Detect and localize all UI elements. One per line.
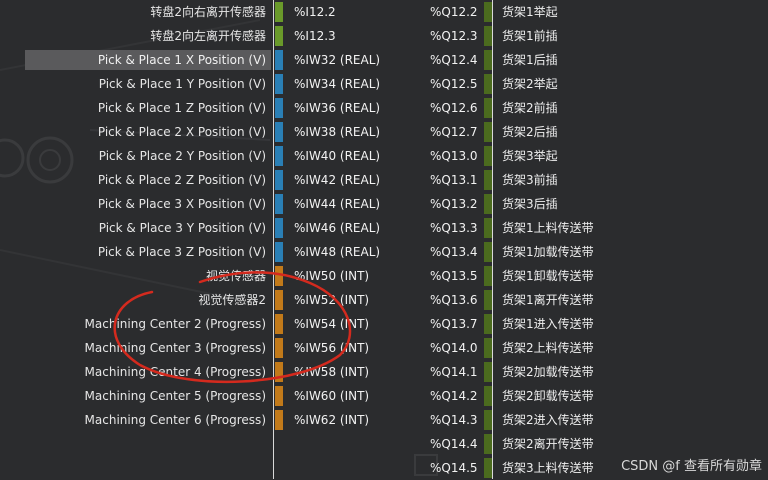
output-label[interactable]: 货架1离开传送带 [502, 290, 594, 310]
output-address[interactable]: %Q13.1 [430, 170, 478, 190]
output-address[interactable]: %Q14.1 [430, 362, 478, 382]
watermark: CSDN @f 查看所有勋章 [621, 459, 762, 474]
output-address[interactable]: %Q13.3 [430, 218, 478, 238]
output-label[interactable]: 货架2加载传送带 [502, 362, 594, 382]
output-row[interactable]: %Q12.7 货架2后插 [0, 120, 768, 144]
output-color-swatch [484, 338, 492, 358]
output-label[interactable]: 货架1进入传送带 [502, 314, 594, 334]
output-color-swatch [484, 314, 492, 334]
column-divider [492, 0, 493, 479]
output-row[interactable]: %Q13.1 货架3前插 [0, 168, 768, 192]
output-row[interactable]: %Q14.0 货架2上料传送带 [0, 336, 768, 360]
column-divider [273, 0, 274, 479]
output-color-swatch [484, 386, 492, 406]
output-label[interactable]: 货架1加载传送带 [502, 242, 594, 262]
output-address[interactable]: %Q13.0 [430, 146, 478, 166]
output-row[interactable]: %Q14.3 货架2进入传送带 [0, 408, 768, 432]
output-color-swatch [484, 26, 492, 46]
output-address[interactable]: %Q14.4 [430, 434, 478, 454]
output-label[interactable]: 货架3举起 [502, 146, 558, 166]
output-color-swatch [484, 290, 492, 310]
output-color-swatch [484, 194, 492, 214]
output-row[interactable]: %Q12.5 货架2举起 [0, 72, 768, 96]
output-label[interactable]: 货架2举起 [502, 74, 558, 94]
output-color-swatch [484, 98, 492, 118]
output-row[interactable]: %Q14.2 货架2卸载传送带 [0, 384, 768, 408]
output-row[interactable]: %Q12.2 货架1举起 [0, 0, 768, 24]
output-color-swatch [484, 458, 492, 478]
output-row[interactable]: %Q13.2 货架3后插 [0, 192, 768, 216]
output-color-swatch [484, 122, 492, 142]
output-row[interactable]: %Q13.0 货架3举起 [0, 144, 768, 168]
output-label[interactable]: 货架2卸载传送带 [502, 386, 594, 406]
output-color-swatch [484, 218, 492, 238]
tag-table: 转盘2向右离开传感器 %I12.2 转盘2向左离开传感器 %I12.3 Pick & P… [0, 0, 768, 479]
output-row[interactable]: %Q13.4 货架1加载传送带 [0, 240, 768, 264]
output-address[interactable]: %Q14.5 [430, 458, 478, 478]
output-address[interactable]: %Q12.6 [430, 98, 478, 118]
output-label[interactable]: 货架2后插 [502, 122, 558, 142]
output-label[interactable]: 货架3上料传送带 [502, 458, 594, 478]
output-address[interactable]: %Q14.0 [430, 338, 478, 358]
output-address[interactable]: %Q13.6 [430, 290, 478, 310]
output-label[interactable]: 货架2离开传送带 [502, 434, 594, 454]
output-label[interactable]: 货架2上料传送带 [502, 338, 594, 358]
output-color-swatch [484, 146, 492, 166]
output-row[interactable]: %Q12.4 货架1后插 [0, 48, 768, 72]
output-color-swatch [484, 434, 492, 454]
output-address[interactable]: %Q12.7 [430, 122, 478, 142]
output-color-swatch [484, 266, 492, 286]
output-color-swatch [484, 362, 492, 382]
output-label[interactable]: 货架2进入传送带 [502, 410, 594, 430]
output-label[interactable]: 货架1上料传送带 [502, 218, 594, 238]
output-row[interactable]: %Q12.3 货架1前插 [0, 24, 768, 48]
output-color-swatch [484, 74, 492, 94]
output-row[interactable]: %Q13.5 货架1卸载传送带 [0, 264, 768, 288]
output-color-swatch [484, 2, 492, 22]
output-label[interactable]: 货架1举起 [502, 2, 558, 22]
output-row[interactable]: %Q12.6 货架2前插 [0, 96, 768, 120]
output-row[interactable]: %Q14.4 货架2离开传送带 [0, 432, 768, 456]
output-color-swatch [484, 50, 492, 70]
output-address[interactable]: %Q13.5 [430, 266, 478, 286]
output-address[interactable]: %Q13.4 [430, 242, 478, 262]
output-address[interactable]: %Q12.3 [430, 26, 478, 46]
output-label[interactable]: 货架3前插 [502, 170, 558, 190]
output-address[interactable]: %Q13.7 [430, 314, 478, 334]
output-address[interactable]: %Q12.5 [430, 74, 478, 94]
output-row[interactable]: %Q13.6 货架1离开传送带 [0, 288, 768, 312]
output-label[interactable]: 货架2前插 [502, 98, 558, 118]
output-color-swatch [484, 242, 492, 262]
output-address[interactable]: %Q13.2 [430, 194, 478, 214]
output-label[interactable]: 货架1后插 [502, 50, 558, 70]
output-color-swatch [484, 410, 492, 430]
output-row[interactable]: %Q13.3 货架1上料传送带 [0, 216, 768, 240]
output-label[interactable]: 货架3后插 [502, 194, 558, 214]
output-label[interactable]: 货架1卸载传送带 [502, 266, 594, 286]
output-row[interactable]: %Q14.1 货架2加载传送带 [0, 360, 768, 384]
output-label[interactable]: 货架1前插 [502, 26, 558, 46]
output-row[interactable]: %Q13.7 货架1进入传送带 [0, 312, 768, 336]
output-color-swatch [484, 170, 492, 190]
output-address[interactable]: %Q14.2 [430, 386, 478, 406]
output-address[interactable]: %Q12.2 [430, 2, 478, 22]
output-address[interactable]: %Q14.3 [430, 410, 478, 430]
output-address[interactable]: %Q12.4 [430, 50, 478, 70]
